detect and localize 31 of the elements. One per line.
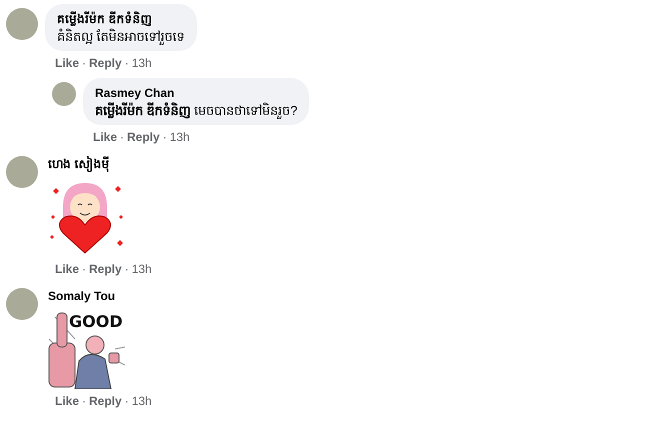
action-link[interactable]: Reply — [89, 260, 122, 278]
comment-time: 13h — [170, 129, 190, 146]
action-link[interactable]: Like — [93, 128, 118, 146]
action-link[interactable]: Like — [55, 260, 80, 278]
avatar[interactable] — [6, 156, 38, 188]
action-link[interactable]: Like — [55, 54, 80, 72]
comment-time: 13h — [132, 393, 152, 410]
action-link[interactable]: Like — [55, 392, 80, 410]
separator-dot: · — [82, 261, 86, 278]
separator-dot: · — [124, 393, 129, 410]
avatar[interactable] — [52, 82, 76, 106]
comment-time: 13h — [132, 261, 152, 278]
comment-author[interactable]: ហេង សៀងមុី — [48, 155, 152, 173]
thumbs-up-sticker: GOOD — [45, 309, 125, 389]
avatar[interactable] — [6, 8, 38, 40]
comment-text: គម្លើងរីម៉ក ឌីកទំនិញ មេចបានថាទៅមិនរួច? — [95, 102, 298, 119]
comment-author[interactable]: Somaly Tou — [48, 287, 152, 305]
separator-dot: · — [82, 55, 86, 72]
comment-author[interactable]: Rasmey Chan — [95, 84, 298, 102]
comment-text: គំនិតល្អ តែមិនអាចទៅរួចទេ — [57, 28, 185, 45]
comment-author[interactable]: គម្លើងរីម៉ក ឌីកទំនិញ — [57, 10, 185, 28]
action-link[interactable]: Reply — [127, 128, 160, 146]
action-link[interactable]: Reply — [89, 392, 122, 410]
separator-dot: · — [124, 55, 129, 72]
separator-dot: · — [124, 261, 129, 278]
separator-dot: · — [162, 129, 167, 146]
comment-time: 13h — [132, 55, 152, 72]
separator-dot: · — [120, 129, 124, 146]
action-link[interactable]: Reply — [89, 54, 122, 72]
separator-dot: · — [82, 393, 86, 410]
avatar[interactable] — [6, 288, 38, 320]
